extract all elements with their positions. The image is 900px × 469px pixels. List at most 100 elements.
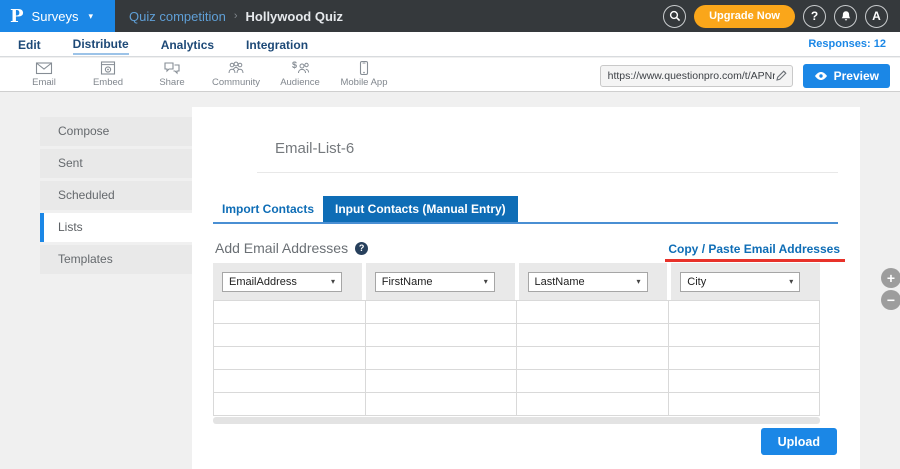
embed-icon	[98, 60, 118, 76]
nav-tab-edit[interactable]: Edit	[18, 35, 41, 54]
distribute-toolbar: Email Embed Share Community $ Audience M…	[0, 58, 900, 92]
copy-paste-email-addresses-link[interactable]: Copy / Paste Email Addresses	[668, 242, 840, 256]
sidebar-item-scheduled[interactable]: Scheduled	[40, 181, 192, 210]
toolbar-item-audience[interactable]: $ Audience	[268, 60, 332, 88]
contact-cell[interactable]	[668, 370, 821, 392]
column-select-city[interactable]: City ▾	[680, 272, 800, 292]
email-list-title: Email-List-6	[275, 140, 860, 157]
toolbar-item-embed[interactable]: Embed	[76, 60, 140, 88]
title-divider	[257, 172, 838, 173]
toolbar-item-label: Audience	[280, 77, 320, 88]
notifications-button[interactable]	[834, 5, 857, 28]
preview-label: Preview	[834, 69, 879, 83]
contact-cell[interactable]	[516, 301, 669, 323]
column-header-cell: FirstName ▾	[366, 263, 519, 300]
survey-url-input[interactable]	[608, 70, 775, 82]
contact-cell[interactable]	[668, 301, 821, 323]
contact-cell[interactable]	[516, 393, 669, 415]
contact-cell[interactable]	[213, 301, 366, 323]
toolbar-item-label: Embed	[93, 77, 123, 88]
contact-cell[interactable]	[213, 347, 366, 369]
breadcrumb-parent[interactable]: Quiz competition	[129, 9, 226, 24]
tab-input-contacts-manual[interactable]: Input Contacts (Manual Entry)	[323, 196, 518, 222]
survey-nav: Edit Distribute Analytics Integration Re…	[0, 32, 900, 57]
tab-import-contacts[interactable]: Import Contacts	[213, 196, 323, 222]
eye-icon	[814, 71, 828, 81]
add-row-button[interactable]: +	[881, 268, 900, 288]
sidebar-item-sent[interactable]: Sent	[40, 149, 192, 178]
column-select-value: City	[687, 276, 706, 288]
toolbar-item-mobile-app[interactable]: Mobile App	[332, 60, 396, 88]
search-button[interactable]	[663, 5, 686, 28]
preview-button[interactable]: Preview	[803, 64, 890, 88]
contact-cell[interactable]	[365, 301, 518, 323]
contact-cell[interactable]	[213, 393, 366, 415]
add-email-section-head: Add Email Addresses ? Copy / Paste Email…	[215, 240, 840, 256]
surveys-product-menu[interactable]: P Surveys ▾	[0, 0, 115, 32]
column-select-first-name[interactable]: FirstName ▾	[375, 272, 495, 292]
breadcrumb-current: Hollywood Quiz	[246, 9, 344, 24]
audience-icon: $	[289, 60, 311, 76]
questionpro-logo: P	[10, 6, 24, 27]
toolbar-item-label: Email	[32, 77, 56, 88]
contact-cell[interactable]	[365, 393, 518, 415]
column-select-email-address[interactable]: EmailAddress ▾	[222, 272, 342, 292]
contact-cell[interactable]	[668, 347, 821, 369]
contact-cell[interactable]	[213, 324, 366, 346]
help-button[interactable]: ?	[803, 5, 826, 28]
svg-text:$: $	[292, 60, 297, 70]
chevron-down-icon: ▾	[789, 277, 793, 286]
upgrade-now-button[interactable]: Upgrade Now	[694, 5, 795, 28]
column-select-value: EmailAddress	[229, 276, 297, 288]
edit-pencil-icon[interactable]	[775, 70, 787, 82]
nav-tab-distribute[interactable]: Distribute	[73, 34, 129, 55]
toolbar-item-label: Community	[212, 77, 260, 88]
column-header-cell: City ▾	[671, 263, 820, 300]
column-header-cell: EmailAddress ▾	[213, 263, 366, 300]
contact-cell[interactable]	[516, 370, 669, 392]
top-bar: P Surveys ▾ Quiz competition › Hollywood…	[0, 0, 900, 32]
contact-cell[interactable]	[365, 347, 518, 369]
contacts-tabbar: Import Contacts Input Contacts (Manual E…	[213, 196, 838, 224]
mobile-app-icon	[354, 60, 374, 76]
add-email-addresses-heading: Add Email Addresses	[215, 240, 348, 256]
contact-cell[interactable]	[668, 324, 821, 346]
remove-row-button[interactable]: −	[881, 290, 900, 310]
contact-cell[interactable]	[365, 324, 518, 346]
column-select-value: LastName	[535, 276, 585, 288]
avatar[interactable]: A	[865, 5, 888, 28]
share-icon	[162, 60, 182, 76]
community-icon	[226, 60, 246, 76]
contact-row	[213, 369, 820, 392]
question-mark-icon: ?	[811, 9, 818, 23]
chevron-down-icon: ▾	[331, 277, 335, 286]
sidebar-item-lists[interactable]: Lists	[40, 213, 192, 242]
contact-cell[interactable]	[213, 370, 366, 392]
toolbar-item-email[interactable]: Email	[12, 60, 76, 88]
nav-tab-integration[interactable]: Integration	[246, 35, 308, 54]
horizontal-scrollbar[interactable]	[213, 417, 820, 424]
column-select-value: FirstName	[382, 276, 433, 288]
nav-tab-analytics[interactable]: Analytics	[161, 35, 214, 54]
contact-cell[interactable]	[516, 347, 669, 369]
upload-button[interactable]: Upload	[761, 428, 837, 455]
column-select-last-name[interactable]: LastName ▾	[528, 272, 648, 292]
bell-icon	[840, 10, 852, 22]
toolbar-item-community[interactable]: Community	[204, 60, 268, 88]
toolbar-item-share[interactable]: Share	[140, 60, 204, 88]
email-icon	[34, 60, 54, 76]
sidebar-item-templates[interactable]: Templates	[40, 245, 192, 274]
toolbar-item-label: Share	[159, 77, 184, 88]
contact-cell[interactable]	[668, 393, 821, 415]
email-sidebar: Compose Sent Scheduled Lists Templates	[40, 107, 192, 277]
contact-cell[interactable]	[365, 370, 518, 392]
topbar-actions: Upgrade Now ? A	[663, 5, 900, 28]
questionpro-distribute-screen: P Surveys ▾ Quiz competition › Hollywood…	[0, 0, 900, 469]
contact-row	[213, 323, 820, 346]
sidebar-item-compose[interactable]: Compose	[40, 117, 192, 146]
avatar-initial: A	[872, 9, 881, 23]
help-tooltip-icon[interactable]: ?	[355, 242, 368, 255]
contacts-grid-header: EmailAddress ▾ FirstName ▾ LastName	[213, 263, 820, 300]
responses-count: Responses: 12	[808, 38, 886, 50]
contact-cell[interactable]	[516, 324, 669, 346]
